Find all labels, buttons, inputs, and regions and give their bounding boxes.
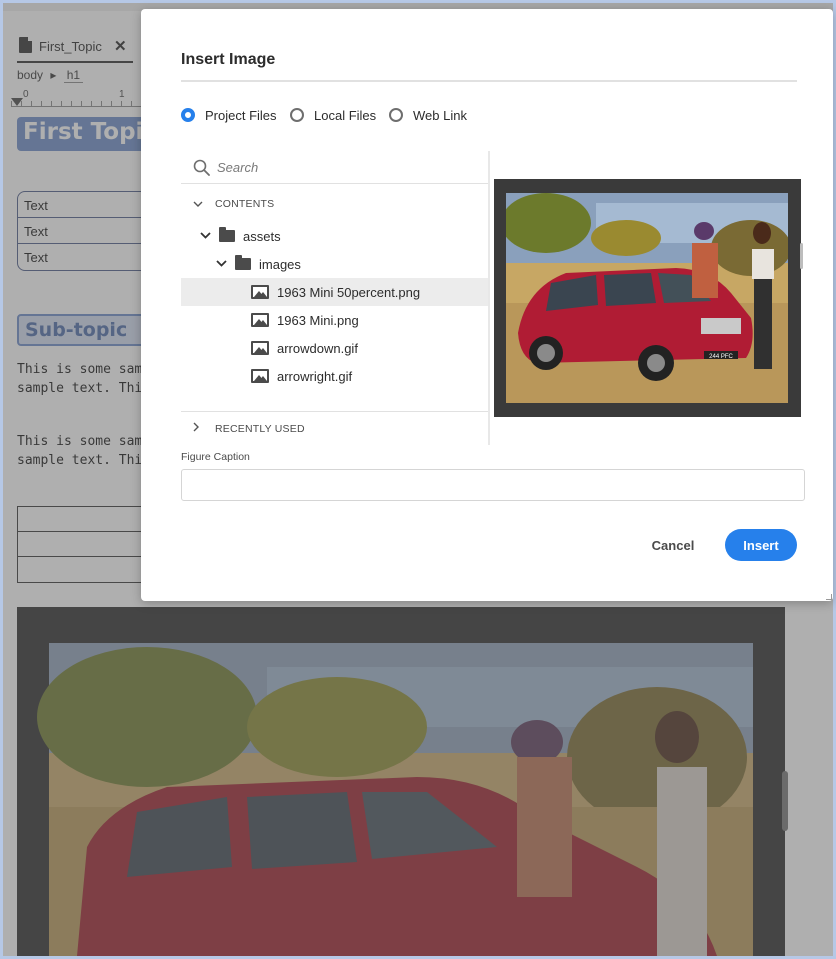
- section-label: RECENTLY USED: [215, 422, 305, 435]
- preview-scrollbar[interactable]: [800, 243, 803, 269]
- section-recently-used[interactable]: RECENTLY USED: [181, 411, 488, 445]
- tree-file-item[interactable]: 1963 Mini.png: [181, 306, 488, 334]
- caption-label: Figure Caption: [181, 451, 250, 463]
- tree-label: 1963 Mini 50percent.png: [277, 284, 421, 300]
- radio-label: Project Files: [205, 107, 277, 123]
- cancel-button[interactable]: Cancel: [641, 529, 705, 561]
- tree-file-item[interactable]: arrowright.gif: [181, 362, 488, 390]
- radio-label: Web Link: [413, 107, 467, 123]
- resize-handle-icon[interactable]: [826, 594, 832, 600]
- tree-file-item[interactable]: 1963 Mini 50percent.png: [181, 278, 488, 306]
- section-contents[interactable]: CONTENTS: [181, 191, 488, 217]
- dialog-title: Insert Image: [181, 51, 276, 68]
- folder-icon: [235, 255, 251, 270]
- car-preview-image: 244 PFC: [506, 193, 788, 403]
- image-file-icon: [251, 369, 269, 383]
- chevron-down-icon[interactable]: [215, 258, 227, 270]
- radio-project-files[interactable]: Project Files: [181, 106, 277, 124]
- section-label: CONTENTS: [215, 198, 275, 210]
- tree-label: 1963 Mini.png: [277, 312, 359, 328]
- image-preview-panel: 244 PFC: [490, 151, 805, 445]
- radio-local-files[interactable]: Local Files: [290, 106, 376, 124]
- search-icon: [193, 159, 210, 176]
- radio-web-link[interactable]: Web Link: [389, 106, 467, 124]
- tree-label: arrowdown.gif: [277, 340, 358, 356]
- title-divider: [181, 80, 797, 82]
- image-file-icon: [251, 285, 269, 299]
- chevron-down-icon: [193, 198, 203, 210]
- radio-label: Local Files: [314, 107, 377, 123]
- radio-selected-icon: [181, 108, 195, 122]
- search-input[interactable]: [217, 157, 477, 177]
- tree-label: images: [259, 256, 301, 272]
- search-bar: [181, 151, 488, 184]
- insert-image-dialog: Insert Image Project Files Local Files W…: [141, 9, 833, 601]
- image-file-icon: [251, 341, 269, 355]
- tree-label: arrowright.gif: [277, 368, 353, 384]
- image-file-icon: [251, 313, 269, 327]
- tree-folder-images[interactable]: images: [181, 250, 488, 278]
- radio-unselected-icon: [389, 108, 403, 122]
- insert-button[interactable]: Insert: [725, 529, 797, 561]
- tree-folder-assets[interactable]: assets: [181, 222, 488, 250]
- chevron-down-icon[interactable]: [199, 230, 211, 242]
- folder-icon: [219, 227, 235, 242]
- tree-file-item[interactable]: arrowdown.gif: [181, 334, 488, 362]
- file-tree-panel: CONTENTS assets images 1963 Mini 50perce…: [181, 151, 488, 445]
- license-plate: 244 PFC: [709, 354, 733, 360]
- chevron-right-icon: [193, 422, 203, 435]
- file-browser: CONTENTS assets images 1963 Mini 50perce…: [181, 151, 805, 445]
- preview-frame: 244 PFC: [494, 179, 801, 417]
- radio-unselected-icon: [290, 108, 304, 122]
- figure-caption-input[interactable]: [181, 469, 805, 501]
- tree-label: assets: [243, 228, 281, 244]
